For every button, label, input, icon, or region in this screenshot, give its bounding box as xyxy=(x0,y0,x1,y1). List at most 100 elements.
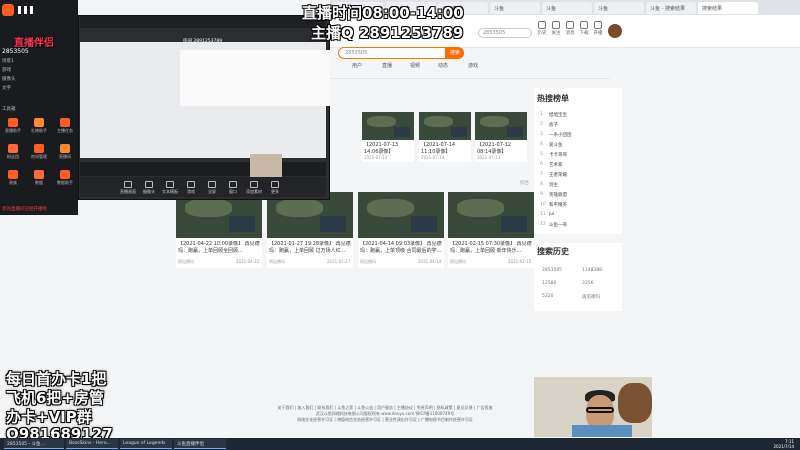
message-icon[interactable]: 消息 xyxy=(564,21,576,36)
tool-button[interactable]: 数据 xyxy=(30,170,48,186)
hot-rank-item[interactable]: 2 痞子 xyxy=(540,122,618,132)
video-author: 再见德玛 xyxy=(450,259,466,264)
scene-capture-button[interactable]: 直播画面 xyxy=(119,181,137,195)
hot-rank-item[interactable]: 1 旭旭宝宝 xyxy=(540,112,618,122)
gamepad-icon xyxy=(187,181,195,188)
video-title: 【2021-04-14 09:03录像】 再见德玛：跑赢，上单顶级 合同最后的学… xyxy=(360,241,442,254)
more-button[interactable]: 更多 xyxy=(266,181,284,195)
tool-button[interactable]: 粉丝团 xyxy=(4,144,22,160)
tool-button[interactable]: 主播任务 xyxy=(56,118,74,134)
taskbar-item[interactable]: BossSkins - Hero... xyxy=(66,439,118,449)
text-template-button[interactable]: 文本模板 xyxy=(161,181,179,195)
sort-label[interactable]: 综合 xyxy=(520,180,529,186)
video-card[interactable]: 【2021-01-27 19:28录像】 再见德玛：跑赢，上单回顾 过万场人红.… xyxy=(267,192,353,268)
video-author: 再见德玛 xyxy=(178,259,194,264)
rank-keyword: 王者荣耀 xyxy=(549,173,567,178)
window-icon xyxy=(229,181,237,188)
hot-rank-item[interactable]: 10 和平精英 xyxy=(540,202,618,212)
video-date: 2021-07-13 xyxy=(477,155,501,160)
history-item[interactable]: 2853505 xyxy=(542,268,562,273)
header-search-input[interactable]: 2853505 xyxy=(478,28,532,38)
tool-icon xyxy=(34,144,44,153)
scene-item[interactable]: 文字 xyxy=(2,85,76,91)
video-card[interactable]: 【2021-07-14 11:10录像】 2021-07-14 xyxy=(419,112,471,162)
video-card[interactable]: 【2021-04-14 09:03录像】 再见德玛：跑赢，上单顶级 合同最后的学… xyxy=(358,192,444,268)
window-capture-button[interactable]: 窗口 xyxy=(224,181,242,195)
preview-room-text: 房间 2891253789 xyxy=(183,39,223,44)
rank-number: 2 xyxy=(540,122,543,127)
fullscreen-capture-button[interactable]: 全屏 xyxy=(203,181,221,195)
video-date: 2021-07-14 xyxy=(364,155,388,160)
search-input[interactable]: 2853505 xyxy=(338,47,446,59)
tab-video[interactable]: 视频 xyxy=(410,62,420,69)
history-item[interactable]: 3356 xyxy=(582,281,593,286)
room-id: 2853505 xyxy=(2,48,29,55)
history-item[interactable]: 5320 xyxy=(542,294,553,299)
video-card[interactable]: 【2021-04-22 10:00录像】 再见德玛：跑赢，上单回顾全回顾... … xyxy=(176,192,262,268)
monitor-icon xyxy=(124,181,132,188)
tab-live[interactable]: 直播 xyxy=(382,62,392,69)
tool-button[interactable]: 礼物助手 xyxy=(30,118,48,134)
video-card[interactable]: 【2021-02-15 07:30录像】 再见德玛：跑赢，上单回顾 新年快乐..… xyxy=(448,192,534,268)
video-card[interactable]: 【2021-07-13 14:06录像】 2021-07-14 xyxy=(362,112,414,162)
tab-game[interactable]: 游戏 xyxy=(468,62,478,69)
tool-icon xyxy=(8,144,18,153)
tool-label: 粉丝团 xyxy=(7,154,19,159)
hot-rank-item[interactable]: 12 斗鱼一哥 xyxy=(540,222,618,232)
text-icon xyxy=(166,181,174,188)
tool-button[interactable]: 贵族 xyxy=(4,170,22,186)
browser-tab-active[interactable]: 搜索结果 xyxy=(698,2,758,14)
tool-icon xyxy=(34,118,44,127)
video-author: 再见德玛 xyxy=(269,259,285,264)
hot-rank-item[interactable]: 9 英雄联盟 xyxy=(540,192,618,202)
tool-label: 数据助手 xyxy=(57,180,73,185)
hot-rank-item[interactable]: 11 jul xyxy=(540,212,618,222)
logo-text: 直播伴侣 xyxy=(14,38,54,49)
plus-icon xyxy=(250,181,258,188)
tool-icon xyxy=(60,170,70,179)
browser-tab[interactable]: 斗鱼 xyxy=(542,2,592,14)
scene-item[interactable]: 摄像头 xyxy=(2,76,76,82)
hot-rank-item[interactable]: 7 王者荣耀 xyxy=(540,172,618,182)
history-item[interactable]: 再见德玛 xyxy=(582,294,600,300)
browser-tab[interactable]: 斗鱼 xyxy=(490,2,540,14)
hot-rank-item[interactable]: 4 爱斗鱼 xyxy=(540,142,618,152)
taskbar-item[interactable]: League of Legends xyxy=(120,439,172,449)
game-capture-button[interactable]: 游戏 xyxy=(182,181,200,195)
scene-item[interactable]: 场景1 xyxy=(2,58,76,64)
video-card[interactable]: 【2021-07-12 08:14录像】 2021-07-13 xyxy=(475,112,527,162)
browser-tab[interactable]: 斗鱼 - 搜索结果 xyxy=(646,2,696,14)
avatar[interactable] xyxy=(608,24,622,38)
history-item[interactable]: 1148388 xyxy=(582,268,602,273)
download-icon[interactable]: 下载 xyxy=(578,21,590,36)
tool-label: 主播任务 xyxy=(57,128,73,133)
douyu-logo xyxy=(0,1,78,19)
tool-button[interactable]: 直播助手 xyxy=(4,118,22,134)
tool-button[interactable]: 直播间 xyxy=(56,144,74,160)
browser-tab[interactable]: 斗鱼 xyxy=(594,2,644,14)
rank-keyword: 洞主 xyxy=(549,183,558,188)
history-icon[interactable]: 历史 xyxy=(536,21,548,36)
anchor-qq-overlay: 主播Q 2891253789 xyxy=(311,24,464,42)
scene-item[interactable]: 游戏 xyxy=(2,67,76,73)
history-item[interactable]: 12580 xyxy=(542,281,556,286)
rank-number: 8 xyxy=(540,182,543,187)
hot-rank-item[interactable]: 3 一条小团团 xyxy=(540,132,618,142)
camera-button[interactable]: 摄像头 xyxy=(140,181,158,195)
tool-button[interactable]: 房间管理 xyxy=(30,144,48,160)
hot-rank-item[interactable]: 8 洞主 xyxy=(540,182,618,192)
video-thumbnail xyxy=(419,112,471,140)
tool-icon xyxy=(60,144,70,153)
tool-button[interactable]: 数据助手 xyxy=(56,170,74,186)
rank-number: 10 xyxy=(540,202,546,207)
taskbar-item[interactable]: 2853505 - 斗鱼... xyxy=(4,439,64,449)
search-button[interactable]: 搜索 xyxy=(446,47,464,59)
hot-rank-item[interactable]: 5 卡卡哥哥 xyxy=(540,152,618,162)
broadcast-icon[interactable]: 开播 xyxy=(592,21,604,36)
tab-dynamic[interactable]: 动态 xyxy=(438,62,448,69)
tab-user[interactable]: 用户 xyxy=(352,62,362,69)
add-source-button[interactable]: 添加素材 xyxy=(245,181,263,195)
follow-icon[interactable]: 关注 xyxy=(550,21,562,36)
hot-rank-item[interactable]: 6 艺术家 xyxy=(540,162,618,172)
taskbar-item[interactable]: 斗鱼直播伴侣 xyxy=(174,439,226,449)
